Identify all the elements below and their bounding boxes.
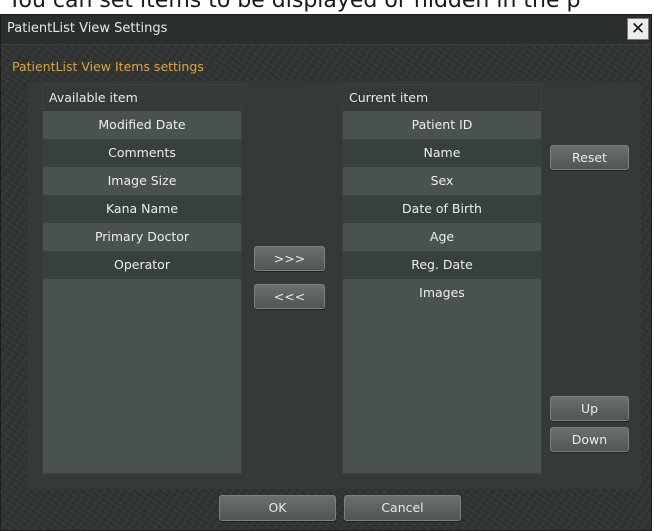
current-item[interactable]: Patient ID <box>343 111 541 139</box>
remove-item-button[interactable]: <<< <box>254 284 325 309</box>
remove-item-label: <<< <box>273 289 306 304</box>
close-button[interactable]: ✕ <box>627 18 649 40</box>
current-item[interactable]: Reg. Date <box>343 251 541 279</box>
available-item[interactable]: Comments <box>43 139 241 167</box>
available-item[interactable]: Kana Name <box>43 195 241 223</box>
view-settings-dialog: PatientList View Settings ✕ PatientList … <box>0 14 652 531</box>
dialog-title: PatientList View Settings <box>7 21 168 36</box>
reset-label: Reset <box>572 150 607 165</box>
available-item[interactable]: Operator <box>43 251 241 279</box>
close-icon: ✕ <box>630 18 646 39</box>
available-items-header: Available item <box>43 85 241 111</box>
current-items-rows: Patient ID Name Sex Date of Birth Age Re… <box>343 111 541 307</box>
current-item[interactable]: Sex <box>343 167 541 195</box>
group-title: PatientList View Items settings <box>12 59 204 74</box>
add-item-button[interactable]: >>> <box>254 246 325 271</box>
ok-label: OK <box>268 500 287 515</box>
current-item[interactable]: Images <box>343 279 541 307</box>
add-item-label: >>> <box>273 251 306 266</box>
move-up-button[interactable]: Up <box>550 396 629 421</box>
available-items-rows: Modified Date Comments Image Size Kana N… <box>43 111 241 279</box>
cancel-label: Cancel <box>381 500 424 515</box>
title-bar: PatientList View Settings ✕ <box>1 15 651 45</box>
reset-button[interactable]: Reset <box>550 145 629 170</box>
current-item[interactable]: Date of Birth <box>343 195 541 223</box>
cancel-button[interactable]: Cancel <box>344 495 461 521</box>
available-items-list[interactable]: Available item Modified Date Comments Im… <box>42 84 242 474</box>
move-down-label: Down <box>571 432 608 447</box>
available-item[interactable]: Image Size <box>43 167 241 195</box>
current-item[interactable]: Name <box>343 139 541 167</box>
current-item[interactable]: Age <box>343 223 541 251</box>
current-items-header: Current item <box>343 85 541 111</box>
ok-button[interactable]: OK <box>219 495 336 521</box>
current-items-list[interactable]: Current item Patient ID Name Sex Date of… <box>342 84 542 474</box>
available-item[interactable]: Modified Date <box>43 111 241 139</box>
move-up-label: Up <box>580 401 599 416</box>
move-down-button[interactable]: Down <box>550 427 629 452</box>
available-item[interactable]: Primary Doctor <box>43 223 241 251</box>
